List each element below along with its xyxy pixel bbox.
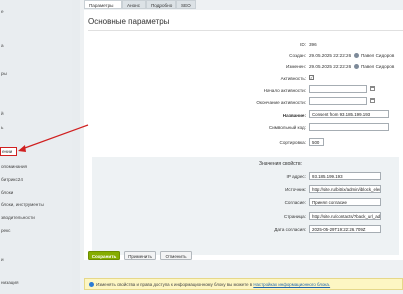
calendar-icon[interactable] — [370, 98, 375, 103]
tab-details[interactable]: Подробно — [146, 0, 176, 9]
page-label: Страница: — [283, 214, 306, 219]
sort-input[interactable]: 500 — [309, 138, 324, 146]
tab-bar: Параметры Анонс Подробно SEO — [80, 0, 403, 10]
code-input[interactable] — [309, 123, 389, 131]
name-input[interactable]: Consent from 93.185.199.193 — [309, 110, 389, 118]
consent-input[interactable]: Принял согласие — [309, 198, 381, 206]
form-panel: Основные параметры ID: 396 Создан: 29.05… — [84, 10, 403, 260]
sidebar-item[interactable]: й — [1, 111, 4, 116]
active-from-input[interactable] — [309, 85, 367, 93]
iblock-settings-link[interactable]: Настройках информационного блока. — [253, 282, 330, 287]
sidebar-item[interactable]: ь — [1, 125, 3, 130]
sort-label: Сортировка: — [279, 140, 307, 145]
source-label: Источник: — [285, 187, 306, 192]
info-notice: Изменять свойства и права доступа к инфо… — [84, 278, 403, 290]
active-to-label: Окончание активности: — [256, 100, 306, 105]
sidebar-item[interactable]: опоминания — [1, 164, 27, 169]
sidebar-item[interactable]: низация — [1, 280, 18, 285]
ip-input[interactable]: 93.185.199.193 — [309, 172, 381, 180]
consent-label: Согласие: — [284, 200, 306, 205]
sidebar-item[interactable]: битрикс24 — [1, 177, 23, 182]
section-title: Основные параметры — [88, 17, 170, 26]
ip-label: IP адрес: — [286, 174, 306, 179]
id-label: ID: — [300, 42, 306, 47]
tab-announce[interactable]: Анонс — [122, 0, 146, 9]
user-icon — [354, 53, 359, 58]
active-label: Активность: — [280, 76, 306, 81]
code-label: Символьный код: — [268, 125, 306, 130]
notice-text: Изменять свойства и права доступа к инфо… — [96, 282, 253, 287]
save-button[interactable]: Сохранить — [88, 251, 120, 260]
modified-user-link[interactable]: Павел Сидоров — [361, 64, 394, 69]
calendar-icon[interactable] — [370, 86, 375, 91]
sidebar-item[interactable]: блоки, инструменты — [1, 202, 44, 207]
page-input[interactable]: http://site.ru/contacts/?back_url_admin — [309, 212, 381, 220]
sidebar-item[interactable]: зводительности — [1, 215, 35, 220]
left-sidebar: е а ры й ь ении опоминания битрикс24 бло… — [0, 0, 72, 294]
sidebar-item[interactable]: а — [1, 43, 4, 48]
source-input[interactable]: http://site.ru/bitrix/admin/iblock_eleme… — [309, 185, 381, 193]
id-value: 396 — [309, 42, 317, 47]
sidebar-item[interactable]: ры — [1, 71, 7, 76]
apply-button[interactable]: Применить — [124, 251, 156, 260]
sidebar-item[interactable]: блоки — [1, 190, 13, 195]
consent-date-input[interactable]: 2025-05-29T19:22:26.709Z — [309, 225, 381, 233]
active-to-input[interactable] — [309, 97, 367, 105]
sidebar-item-label: ении — [2, 149, 13, 154]
tab-seo[interactable]: SEO — [176, 0, 196, 9]
active-from-label: Начало активности: — [263, 88, 306, 93]
divider — [88, 30, 403, 31]
consent-date-label: Дата согласия: — [274, 227, 306, 232]
sidebar-item[interactable]: е — [1, 9, 4, 14]
properties-section: Значения свойств: IP адрес: 93.185.199.1… — [92, 157, 399, 255]
name-label: Название: — [282, 113, 306, 118]
created-user-link[interactable]: Павел Сидоров — [361, 53, 394, 58]
sidebar-item[interactable]: и — [1, 257, 4, 262]
sidebar-item-highlighted[interactable]: ении — [0, 147, 17, 156]
properties-title: Значения свойств: — [259, 161, 302, 167]
modified-label: Изменен: — [285, 64, 306, 69]
main-content: Параметры Анонс Подробно SEO Основные па… — [80, 0, 403, 294]
cancel-button[interactable]: Отменить — [160, 251, 192, 260]
created-value: 29.05.2025 22:22:26 — [309, 53, 352, 58]
modified-value: 29.05.2025 22:22:26 — [309, 64, 352, 69]
tab-parameters[interactable]: Параметры — [84, 0, 122, 9]
active-checkbox[interactable]: ✓ — [309, 75, 314, 80]
created-label: Создан: — [289, 53, 306, 58]
sidebar-item[interactable]: рекс — [1, 228, 10, 233]
info-icon — [89, 282, 94, 288]
user-icon — [354, 64, 359, 69]
